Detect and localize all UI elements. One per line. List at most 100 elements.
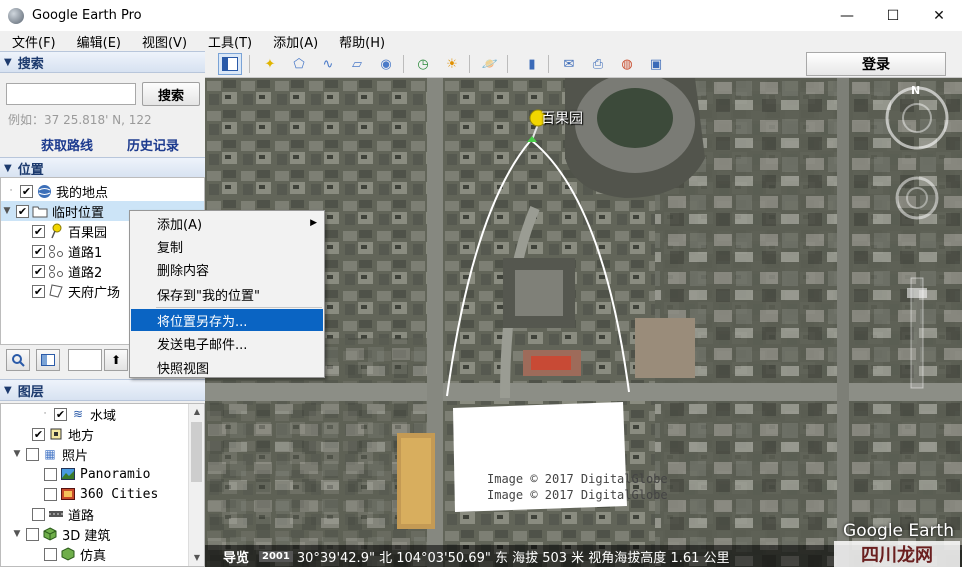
menu-item-copy[interactable]: 复制 (131, 235, 323, 257)
places-filter-field[interactable] (68, 349, 102, 371)
places-panel-header[interactable]: ▼ 位置 (0, 157, 205, 179)
checkbox[interactable]: ✔ (32, 264, 45, 278)
login-button[interactable]: 登录 (806, 52, 946, 76)
menu-help[interactable]: 帮助(H) (327, 32, 394, 51)
layer-item-places[interactable]: ✔ 地方 (29, 424, 94, 444)
collapse-arrow-icon: ▼ (4, 162, 12, 174)
checkbox[interactable]: ✔ (20, 184, 33, 198)
view-in-maps-button[interactable]: ◍ (615, 53, 639, 75)
layer-item-simulation[interactable]: 仿真 (41, 544, 106, 564)
layer-item-photos[interactable]: ▼ ▦ 照片 (11, 444, 88, 464)
close-button[interactable]: ✕ (916, 0, 962, 31)
layers-tree: · ✔ ≋ 水域 ✔ 地方 ▼ ▦ 照片 Panoramio 360 Citie… (0, 403, 205, 567)
sidebar-toggle-button[interactable] (218, 53, 242, 75)
places-header-label: 位置 (17, 162, 44, 178)
menu-tools[interactable]: 工具(T) (196, 32, 261, 51)
historical-imagery-button[interactable]: ◷ (411, 53, 435, 75)
menu-edit[interactable]: 编辑(E) (65, 32, 130, 51)
sunlight-button[interactable]: ☀ (440, 53, 464, 75)
menu-view[interactable]: 视图(V) (130, 32, 196, 51)
scroll-down-icon[interactable]: ▼ (189, 550, 204, 566)
checkbox[interactable] (26, 527, 39, 541)
globe-icon (36, 183, 52, 199)
overlay-icon: ▱ (352, 56, 362, 72)
minimize-button[interactable]: — (824, 0, 870, 31)
checkbox[interactable]: ✔ (32, 284, 45, 298)
checkbox[interactable] (26, 447, 39, 461)
ruler-button[interactable]: ▮ (520, 53, 544, 75)
layer-item-3d-buildings[interactable]: ▼ 3D 建筑 (11, 524, 110, 544)
tree-item-my-places[interactable]: · ✔ 我的地点 (5, 181, 108, 201)
toggle-panel-button[interactable] (36, 349, 60, 371)
checkbox[interactable]: ✔ (54, 407, 67, 421)
add-path-button[interactable]: ∿ (316, 53, 340, 75)
search-places-button[interactable] (6, 349, 30, 371)
cube-icon (42, 526, 58, 542)
menu-add[interactable]: 添加(A) (261, 32, 327, 51)
checkbox[interactable]: ✔ (16, 204, 29, 218)
add-overlay-button[interactable]: ▱ (345, 53, 369, 75)
checkbox[interactable]: ✔ (32, 224, 45, 238)
compass-north-label[interactable]: N (911, 84, 920, 97)
layer-item-roads[interactable]: 道路 (29, 504, 94, 524)
history-link[interactable]: 历史记录 (127, 135, 179, 154)
menu-item-delete-contents[interactable]: 删除内容 (131, 258, 323, 280)
checkbox[interactable]: ✔ (32, 244, 45, 258)
cities-360-icon (60, 486, 76, 502)
record-tour-icon: ◉ (380, 56, 392, 72)
scroll-up-icon[interactable]: ▲ (189, 404, 204, 420)
expand-arrow-icon[interactable]: ▼ (11, 449, 23, 459)
search-button[interactable]: 搜索 (142, 82, 200, 106)
menu-item-email[interactable]: 发送电子邮件... (131, 332, 323, 354)
record-tour-button[interactable]: ◉ (374, 53, 398, 75)
expand-arrow-icon[interactable]: ▼ (1, 206, 13, 216)
magnifier-icon (12, 354, 25, 367)
checkbox[interactable]: ✔ (32, 427, 45, 441)
search-input[interactable] (6, 83, 136, 105)
switch-planet-button[interactable]: 🪐 (478, 53, 502, 75)
menu-item-save-place-as[interactable]: 将位置另存为... (131, 309, 323, 331)
checkbox[interactable] (32, 507, 45, 521)
email-button[interactable]: ✉ (557, 53, 581, 75)
panel-icon (41, 354, 55, 366)
tree-item-tianfu-square[interactable]: ✔ 天府广场 (29, 281, 120, 301)
planet-icon: 🪐 (481, 56, 499, 72)
tree-item-road1[interactable]: ✔ 道路1 (29, 241, 102, 261)
checkbox[interactable] (44, 547, 57, 561)
tree-item-road2[interactable]: ✔ 道路2 (29, 261, 102, 281)
water-icon: ≋ (72, 407, 84, 421)
expand-arrow-icon[interactable]: ▼ (11, 529, 23, 539)
tour-guide-label[interactable]: 导览 (223, 547, 249, 566)
print-button[interactable]: ⎙ (586, 53, 610, 75)
submenu-arrow-icon: ▶ (310, 218, 317, 228)
search-panel-header[interactable]: ▼ 搜索 (0, 51, 205, 73)
layers-scrollbar[interactable]: ▲ ▼ (188, 404, 204, 566)
add-polygon-button[interactable]: ⬠ (287, 53, 311, 75)
checkbox[interactable] (44, 487, 57, 501)
menu-item-save-to-my-places[interactable]: 保存到"我的位置" (131, 283, 323, 305)
menu-bar: 文件(F) 编辑(E) 视图(V) 工具(T) 添加(A) 帮助(H) (0, 31, 962, 51)
layer-item-panoramio[interactable]: Panoramio (41, 464, 150, 484)
layer-item-360-cities[interactable]: 360 Cities (41, 484, 158, 504)
polygon-icon: ⬠ (293, 56, 305, 72)
sun-icon: ☀ (446, 56, 458, 72)
menu-item-snapshot-view[interactable]: 快照视图 (131, 356, 323, 378)
menu-file[interactable]: 文件(F) (0, 32, 65, 51)
image-icon: ▣ (649, 56, 663, 72)
move-up-button[interactable]: ⬆ (104, 349, 128, 371)
maximize-button[interactable]: ☐ (870, 0, 916, 31)
scroll-thumb[interactable] (191, 422, 202, 482)
tree-item-baiguoyuan[interactable]: ✔ 百果园 (29, 221, 107, 241)
checkbox[interactable] (44, 467, 57, 481)
layers-panel-header[interactable]: ▼ 图层 (0, 379, 205, 401)
save-image-button[interactable]: ▣ (644, 53, 668, 75)
search-hint: 例如：37 25.818' N, 122 (8, 113, 152, 127)
add-placemark-button[interactable]: ✦ (258, 53, 282, 75)
path-icon (48, 243, 64, 259)
menu-item-add[interactable]: 添加(A) ▶ (131, 212, 323, 234)
get-directions-link[interactable]: 获取路线 (41, 135, 93, 154)
ruler-icon: ▮ (528, 56, 536, 72)
placemark-label[interactable]: 百果园 (541, 108, 583, 128)
google-earth-app-icon (8, 7, 24, 24)
layer-item-water[interactable]: · ✔ ≋ 水域 (39, 404, 116, 424)
